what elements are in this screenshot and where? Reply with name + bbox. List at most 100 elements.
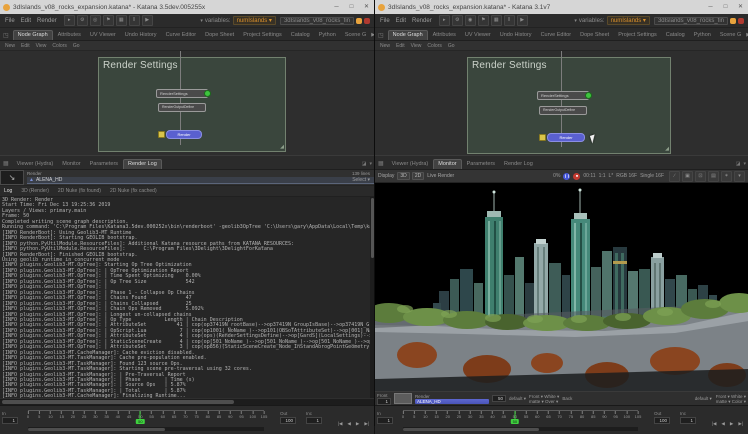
menu-item[interactable]: Edit	[393, 18, 409, 24]
menu-item[interactable]: File	[377, 18, 393, 24]
gear-icon[interactable]: ⚙	[452, 15, 463, 26]
close-icon[interactable]: ✕	[733, 0, 748, 14]
tab[interactable]: Attributes	[429, 31, 460, 40]
log-filter[interactable]: Log	[4, 188, 12, 194]
pause-render-button[interactable]: ❙❙	[563, 173, 570, 180]
in-field[interactable]: 1	[377, 417, 393, 424]
live-render-label[interactable]: Live Render	[427, 173, 454, 179]
tab[interactable]: Undo History	[496, 31, 536, 40]
error-indicator-icon[interactable]	[364, 18, 370, 24]
out-field[interactable]: 100	[654, 417, 670, 424]
tab[interactable]: Catalog	[662, 31, 689, 40]
panel-tab[interactable]: Render Log	[123, 159, 162, 169]
nodegraph-menu-item[interactable]: View	[411, 43, 422, 49]
node-render[interactable]: Render	[166, 130, 202, 139]
play-icon[interactable]: ▶	[517, 15, 528, 26]
buffer-selector[interactable]: Single 16F	[640, 173, 664, 179]
tab[interactable]: Scene G	[716, 31, 745, 40]
stop-render-button[interactable]: ■	[573, 173, 580, 180]
variables-control[interactable]: ▾ variables: numIslands ▾	[574, 16, 650, 25]
target-icon[interactable]: ◎	[90, 15, 101, 26]
gear-icon[interactable]: ⚙	[77, 15, 88, 26]
pause-icon[interactable]: ‖	[129, 15, 140, 26]
timeline-scrollbar[interactable]	[28, 427, 264, 431]
nodegraph-menu-item[interactable]: Colors	[427, 43, 441, 49]
panel-menu-icon[interactable]: ▾	[369, 161, 372, 167]
tab[interactable]: Scene G	[341, 31, 370, 40]
step-forward-icon[interactable]: ▶|	[737, 420, 744, 429]
render-pass-name[interactable]: ALENA_HD	[415, 399, 489, 404]
monitor-menu-icon[interactable]: ▾	[734, 171, 745, 182]
playhead-label[interactable]: 50	[511, 419, 519, 424]
scene-name-field[interactable]: 3dIslands_v08_rocks_fin	[654, 17, 728, 25]
node-renderoutputdefine[interactable]: RenderOutputDefine	[158, 103, 206, 112]
render-flag-led-icon[interactable]	[204, 90, 211, 97]
grid-icon[interactable]: ▦	[116, 15, 127, 26]
tab[interactable]: Project Settings	[239, 31, 286, 40]
panel-tab[interactable]: Viewer (Hydra)	[13, 160, 58, 169]
nodegraph-menu-item[interactable]: New	[5, 43, 15, 49]
horizontal-scroll-thumb[interactable]	[2, 400, 234, 404]
log-filter[interactable]: 2D Nuke (fix cached)	[110, 188, 157, 194]
frame-field[interactable]: 50	[492, 395, 506, 402]
slash-icon[interactable]: ∕	[669, 171, 680, 182]
panel-tab[interactable]: Render Log	[500, 160, 537, 169]
nodegraph-menu-item[interactable]: Go	[73, 43, 80, 49]
node-edit-badge-icon[interactable]	[158, 131, 165, 138]
menu-item[interactable]: Render	[34, 18, 60, 24]
minimize-icon[interactable]: ─	[703, 0, 718, 14]
dimension-button[interactable]: 3D	[397, 172, 409, 180]
nodegraph-menu-item[interactable]: Colors	[52, 43, 66, 49]
back-matte-selector[interactable]: matte ▾ Color ▾	[716, 399, 746, 404]
resize-grip-icon[interactable]: ◢	[665, 146, 669, 152]
message-center-icon[interactable]	[356, 18, 362, 24]
grid-icon[interactable]: ▦	[491, 15, 502, 26]
title-bar[interactable]: 3dIslands_v08_rocks_expansion.katana* - …	[0, 0, 374, 14]
inc-field[interactable]: 1	[306, 417, 322, 424]
node-rendersettings[interactable]: RenderSettings	[156, 89, 208, 98]
panel-menu-icon[interactable]: ▾	[743, 161, 746, 167]
variables-value[interactable]: numIslands ▾	[607, 16, 650, 25]
tab[interactable]: Undo History	[121, 31, 161, 40]
front-channel-selectors[interactable]: Front ▾ White ▾ matte ▾ Over ▾	[529, 394, 559, 404]
tab[interactable]: Catalog	[287, 31, 314, 40]
pin-icon[interactable]: ◪	[736, 161, 741, 167]
maximize-icon[interactable]: □	[718, 0, 733, 14]
nodegraph-menu-item[interactable]: Edit	[21, 43, 30, 49]
pane-grid-icon[interactable]: ▦	[378, 160, 384, 167]
play-reverse-icon[interactable]: ◀	[720, 420, 725, 429]
front-field[interactable]: 1	[377, 398, 391, 405]
render-log-text[interactable]: 3D Render: Render Start Time: Fri Dec 13…	[0, 197, 374, 401]
snapshot-icon[interactable]: ✶	[721, 171, 732, 182]
tab[interactable]: Node Graph	[13, 30, 53, 40]
menu-item[interactable]: Edit	[18, 18, 34, 24]
default-selector[interactable]: default ▾	[509, 396, 526, 402]
close-icon[interactable]: ✕	[359, 0, 374, 14]
node-renderoutputdefine[interactable]: RenderOutputDefine	[539, 106, 587, 115]
pop-out-arrow-icon[interactable]: ↘	[0, 170, 24, 185]
variables-control[interactable]: ▾ variables: numIslands ▾	[200, 16, 276, 25]
rows-icon[interactable]: ▤	[708, 171, 719, 182]
panel-tab[interactable]: Viewer (Hydra)	[388, 160, 433, 169]
menu-item[interactable]: File	[2, 18, 18, 24]
play-icon[interactable]: ▶	[142, 15, 153, 26]
pane-menu-icon[interactable]: ◳	[378, 32, 384, 39]
cursor-icon[interactable]: ▸	[439, 15, 450, 26]
pane-grid-icon[interactable]: ▦	[3, 160, 9, 167]
scene-name-field[interactable]: 3dIslands_v08_rocks_fin	[280, 17, 354, 25]
tab[interactable]: Dope Sheet	[576, 31, 613, 40]
channel-selector[interactable]: RGB 16F	[616, 173, 637, 179]
front-matte-selector[interactable]: matte ▾ Over ▾	[529, 399, 559, 404]
node-render[interactable]: Render	[547, 133, 585, 142]
tab[interactable]: Curve Editor	[537, 31, 576, 40]
render-flag-led-icon[interactable]	[585, 92, 592, 99]
playhead[interactable]	[514, 411, 515, 419]
nodegraph-menu-item[interactable]: Edit	[396, 43, 405, 49]
compare-icon[interactable]: ▣	[682, 171, 693, 182]
menu-item[interactable]: Render	[409, 18, 435, 24]
node-edit-badge-icon[interactable]	[539, 134, 546, 141]
tab[interactable]: Python	[315, 31, 340, 40]
timeline-ruler[interactable]: 0510152025303540455055606570758085909510…	[403, 410, 638, 424]
step-back-icon[interactable]: |◀	[711, 420, 718, 429]
tab[interactable]: Curve Editor	[162, 31, 201, 40]
